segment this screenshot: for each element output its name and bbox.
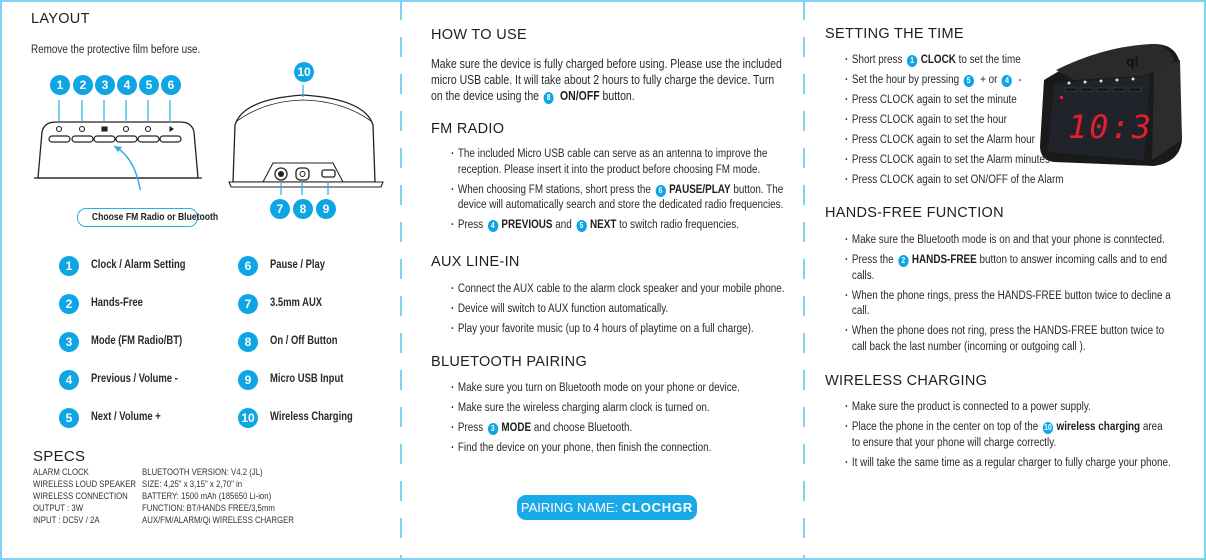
badge-6: 6: [161, 75, 181, 95]
functions-panel: SETTING THE TIME Short press 1CLOCK to s…: [806, 0, 1206, 560]
instructions-panel: HOW TO USE Make sure the device is fully…: [403, 0, 803, 560]
badge-3: 3: [95, 75, 115, 95]
how-to-use-title: HOW TO USE: [431, 27, 527, 43]
badge-7: 7: [270, 199, 290, 219]
list-item: Make sure the wireless charging alarm cl…: [451, 401, 740, 417]
wireless-list: Make sure the product is connected to a …: [845, 400, 1171, 476]
fm-radio-title: FM RADIO: [431, 121, 505, 137]
list-item: Make sure the product is connected to a …: [845, 400, 1171, 416]
list-item: Press CLOCK again to set the Alarm minut…: [845, 153, 1063, 169]
badge-1: 1: [50, 75, 70, 95]
list-item: When the phone does not ring, press the …: [845, 324, 1171, 355]
badge-4: 4: [117, 75, 137, 95]
layout-panel: LAYOUT Remove the protective film before…: [0, 0, 400, 560]
wireless-title: WIRELESS CHARGING: [825, 373, 988, 389]
fm-radio-list: The included Micro USB cable can serve a…: [451, 147, 783, 238]
how-to-use-text: Make sure the device is fully charged be…: [431, 57, 782, 104]
list-item: Press CLOCK again to set the minute: [845, 93, 1063, 109]
list-item: The included Micro USB cable can serve a…: [451, 147, 783, 178]
hands-free-title: HANDS-FREE FUNCTION: [825, 205, 1004, 221]
list-item: Press CLOCK again to set ON/OFF of the A…: [845, 173, 1063, 189]
specs-right: BLUETOOTH VERSION: V4.2 (JL) SIZE: 4,25" …: [142, 467, 294, 527]
list-item: Device will switch to AUX function autom…: [451, 302, 784, 318]
pairing-name-banner: PAIRING NAME: CLOCHGR: [517, 495, 697, 520]
list-item: Press CLOCK again to set the hour: [845, 113, 1063, 129]
list-item: It will take the same time as a regular …: [845, 456, 1171, 472]
fold-divider-right: [803, 0, 805, 560]
list-item: Short press 1CLOCK to set the time: [845, 53, 1063, 69]
list-item: Set the hour by pressing 5 + or 4 -: [845, 73, 1063, 89]
layout-title: LAYOUT: [31, 11, 90, 27]
setting-time-list: Short press 1CLOCK to set the time Set t…: [845, 53, 1063, 193]
bluetooth-title: BLUETOOTH PAIRING: [431, 354, 588, 370]
list-item: Make sure the Bluetooth mode is on and t…: [845, 233, 1171, 249]
qi-logo: qi: [1126, 53, 1138, 69]
badge-10: 10: [294, 62, 314, 82]
list-item: Play your favorite music (up to 4 hours …: [451, 322, 784, 338]
alarm-clock-photo: qi 10:31: [1040, 44, 1182, 166]
bluetooth-list: Make sure you turn on Bluetooth mode on …: [451, 381, 740, 461]
layout-intro: Remove the protective film before use.: [31, 44, 201, 56]
badge-8-inline: 8: [543, 92, 554, 104]
specs-left: ALARM CLOCK WIRELESS LOUD SPEAKER WIRELESS…: [33, 467, 137, 527]
badge-2: 2: [73, 75, 93, 95]
badge-5: 5: [139, 75, 159, 95]
hands-free-list: Make sure the Bluetooth mode is on and t…: [845, 233, 1171, 360]
list-item: Connect the AUX cable to the alarm clock…: [451, 282, 784, 298]
list-item: Press 3MODE and choose Bluetooth.: [451, 421, 740, 437]
setting-time-title: SETTING THE TIME: [825, 26, 964, 42]
list-item: When choosing FM stations, short press t…: [451, 183, 783, 214]
list-item: Make sure you turn on Bluetooth mode on …: [451, 381, 740, 397]
badge-8: 8: [293, 199, 313, 219]
aux-list: Connect the AUX cable to the alarm clock…: [451, 282, 784, 342]
list-item: Find the device on your phone, then fini…: [451, 441, 740, 457]
list-item: Place the phone in the center on top of …: [845, 420, 1171, 451]
list-item: Press the 2HANDS-FREE button to answer i…: [845, 253, 1171, 284]
list-item: Press 4PREVIOUS and 5NEXT to switch radi…: [451, 218, 783, 234]
aux-title: AUX LINE-IN: [431, 254, 520, 270]
device-back-illustration: [228, 85, 384, 195]
badge-9: 9: [316, 199, 336, 219]
mode-callout: Choose FM Radio or Bluetooth: [77, 208, 218, 227]
list-item: Press CLOCK again to set the Alarm hour: [845, 133, 1063, 149]
specs-title: SPECS: [33, 448, 86, 465]
list-item: When the phone rings, press the HANDS-FR…: [845, 289, 1171, 320]
fold-divider-left: [400, 0, 402, 560]
